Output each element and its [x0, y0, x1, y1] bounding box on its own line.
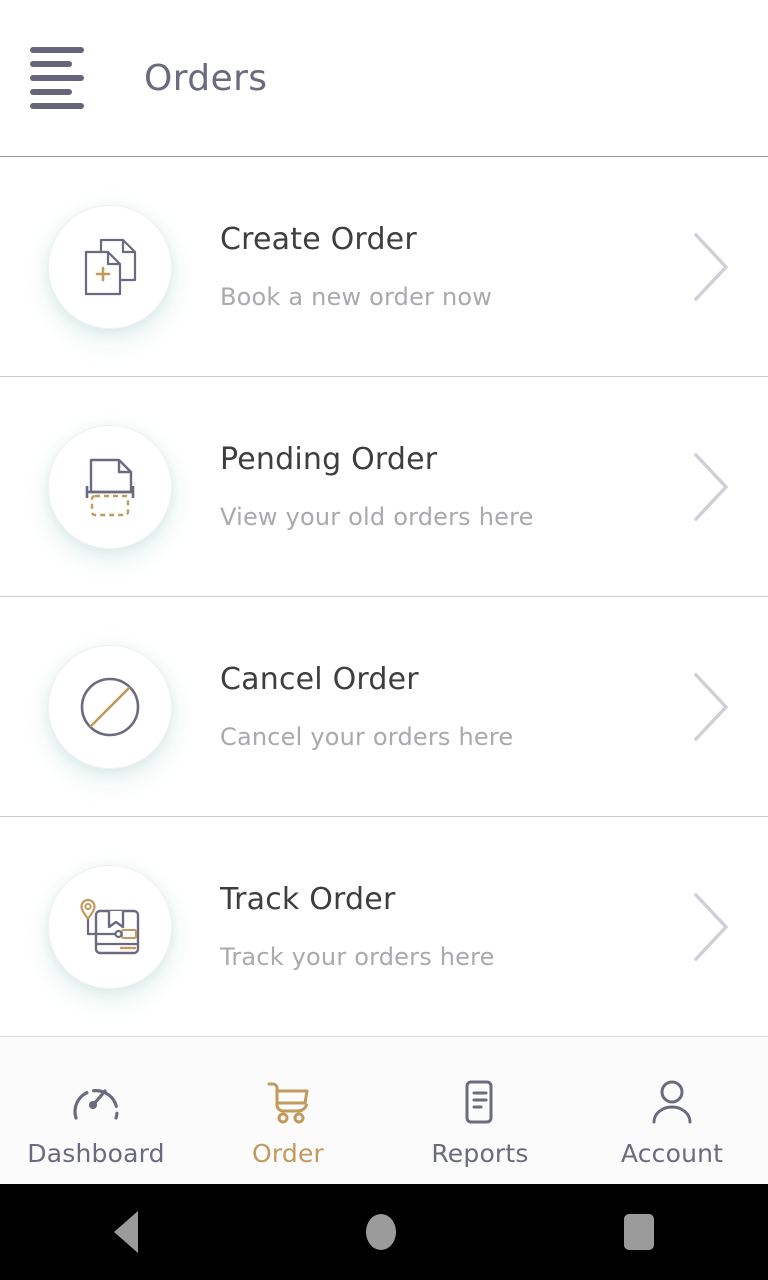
nav-item-order[interactable]: Order — [192, 1062, 384, 1184]
list-item-text: Create Order Book a new order now — [220, 222, 682, 311]
hamburger-line — [30, 103, 84, 109]
list-item-title: Cancel Order — [220, 662, 419, 697]
bottom-nav-spacer — [0, 1038, 768, 1062]
hamburger-menu-icon[interactable] — [30, 47, 86, 109]
list-item-subtitle: Cancel your orders here — [220, 723, 514, 751]
hamburger-line — [30, 47, 84, 53]
hamburger-line — [30, 75, 84, 81]
list-item-text: Cancel Order Cancel your orders here — [220, 662, 682, 751]
list-item-title: Create Order — [220, 222, 417, 257]
chevron-right-icon[interactable] — [682, 444, 742, 530]
documents-plus-icon — [48, 204, 172, 329]
user-person-icon — [645, 1079, 699, 1125]
android-recents-icon[interactable] — [624, 1214, 654, 1250]
list-item-cancel-order[interactable]: Cancel Order Cancel your orders here — [0, 597, 768, 817]
android-back-icon[interactable] — [114, 1211, 138, 1253]
chevron-right-icon[interactable] — [682, 884, 742, 970]
speedometer-gauge-icon — [69, 1079, 123, 1125]
app-screen: Orders Create Order Book a new order now — [0, 0, 768, 1280]
list-item-text: Pending Order View your old orders here — [220, 442, 682, 531]
orders-menu-list: Create Order Book a new order now Pendin… — [0, 157, 768, 1038]
list-item-title: Pending Order — [220, 442, 438, 477]
document-pending-dashed-icon — [48, 424, 172, 549]
circle-slash-cancel-icon — [48, 644, 172, 769]
chevron-right-icon[interactable] — [682, 664, 742, 750]
nav-item-account[interactable]: Account — [576, 1062, 768, 1184]
page-title: Orders — [144, 57, 268, 99]
hamburger-line — [30, 89, 72, 95]
hamburger-line — [30, 61, 72, 67]
bottom-navigation-bar: Dashboard Order Reports Account — [0, 1062, 768, 1184]
chevron-right-icon[interactable] — [682, 224, 742, 310]
report-document-icon — [453, 1079, 507, 1125]
nav-label-order: Order — [251, 1138, 325, 1168]
list-item-subtitle: Book a new order now — [220, 283, 493, 311]
nav-label-dashboard: Dashboard — [27, 1138, 165, 1168]
list-item-subtitle: Track your orders here — [220, 943, 495, 971]
list-item-subtitle: View your old orders here — [220, 503, 534, 531]
nav-label-reports: Reports — [431, 1138, 529, 1168]
android-home-icon[interactable] — [366, 1214, 396, 1250]
app-header: Orders — [0, 0, 768, 157]
package-location-track-icon — [48, 864, 172, 989]
nav-item-reports[interactable]: Reports — [384, 1062, 576, 1184]
nav-label-account: Account — [620, 1138, 724, 1168]
list-item-text: Track Order Track your orders here — [220, 882, 682, 971]
list-item-title: Track Order — [220, 882, 396, 917]
list-item-track-order[interactable]: Track Order Track your orders here — [0, 817, 768, 1037]
list-item-pending-order[interactable]: Pending Order View your old orders here — [0, 377, 768, 597]
android-system-nav-bar — [0, 1184, 768, 1280]
list-item-create-order[interactable]: Create Order Book a new order now — [0, 157, 768, 377]
shopping-cart-icon — [261, 1079, 315, 1125]
nav-item-dashboard[interactable]: Dashboard — [0, 1062, 192, 1184]
